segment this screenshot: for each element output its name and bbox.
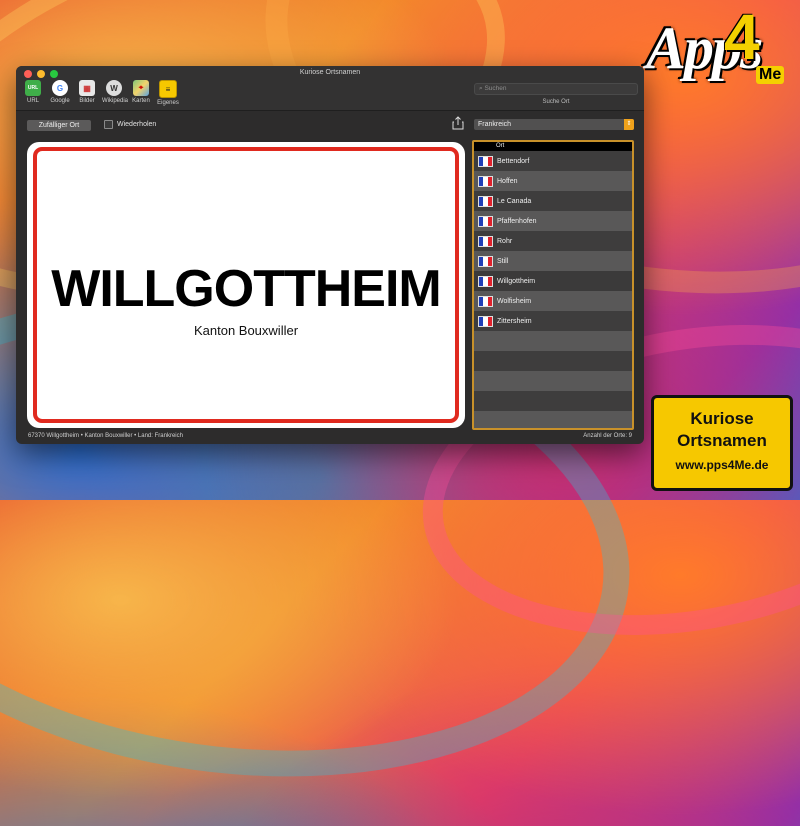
list-item-label: Rohr bbox=[497, 237, 513, 245]
list-item[interactable]: Bettendorf bbox=[474, 151, 632, 171]
list-item-label: Willgottheim bbox=[497, 277, 536, 285]
window-title: Kuriose Ortsnamen bbox=[299, 69, 361, 76]
wikipedia-icon: W bbox=[106, 80, 122, 96]
app-window: Kuriose Ortsnamen URL URL G Google ▦ Bil… bbox=[16, 66, 644, 444]
place-sign: WILLGOTTHEIM Kanton Bouxwiller bbox=[27, 142, 465, 428]
toolbar-label: Wikipedia bbox=[102, 98, 129, 104]
list-item-label: Le Canada bbox=[497, 197, 532, 205]
list-item-label: Wolfisheim bbox=[497, 297, 532, 305]
list-item-label: Zittersheim bbox=[497, 317, 532, 325]
search-icon: ⌕ bbox=[479, 85, 483, 92]
france-flag-icon bbox=[478, 195, 493, 207]
chevron-updown-icon: ⇕ bbox=[624, 119, 634, 130]
toolbar-label: Google bbox=[50, 98, 70, 104]
toolbar-label: Bilder bbox=[79, 98, 95, 104]
list-item[interactable]: Rohr bbox=[474, 231, 632, 251]
toolbar-label: URL bbox=[26, 98, 39, 104]
list-item[interactable]: Still bbox=[474, 251, 632, 271]
url-icon: URL bbox=[25, 80, 41, 96]
pictures-icon: ▦ bbox=[79, 80, 95, 96]
france-flag-icon bbox=[478, 315, 493, 327]
toolbar-google-button[interactable]: G Google bbox=[48, 80, 72, 106]
france-flag-icon bbox=[478, 255, 493, 267]
empty-row bbox=[474, 411, 632, 428]
status-bar: 67370 Willgottheim • Kanton Bouxwiller •… bbox=[16, 430, 644, 444]
list-item-label: Hoffen bbox=[497, 177, 518, 185]
list-item[interactable]: Wolfisheim bbox=[474, 291, 632, 311]
logo-number: 4 bbox=[724, 1, 760, 73]
google-icon: G bbox=[52, 80, 68, 96]
toolbar-bilder-button[interactable]: ▦ Bilder bbox=[75, 80, 99, 106]
france-flag-icon bbox=[478, 275, 493, 287]
list-item[interactable]: Le Canada bbox=[474, 191, 632, 211]
france-flag-icon bbox=[478, 215, 493, 227]
apps4me-logo: Apps 4 Me bbox=[646, 1, 796, 98]
control-row: Zufälliger Ort Wiederholen Frankreich ⇕ bbox=[16, 110, 644, 138]
search-label: Suche Ort bbox=[542, 99, 570, 105]
search-input[interactable]: ⌕ Suchen bbox=[474, 83, 638, 95]
empty-row bbox=[474, 351, 632, 371]
promo-line-1: Kuriose bbox=[690, 409, 754, 428]
titlebar: Kuriose Ortsnamen URL URL G Google ▦ Bil… bbox=[16, 66, 644, 111]
list-item-label: Bettendorf bbox=[497, 157, 530, 165]
map-icon: ⌖ bbox=[133, 80, 149, 96]
france-flag-icon bbox=[478, 295, 493, 307]
repeat-label: Wiederholen bbox=[117, 121, 157, 128]
promo-url: www.pps4Me.de bbox=[675, 458, 769, 472]
country-select[interactable]: Frankreich ⇕ bbox=[474, 119, 634, 130]
france-flag-icon bbox=[478, 235, 493, 247]
toolbar: URL URL G Google ▦ Bilder W Wikipedia ⌖ … bbox=[21, 80, 180, 106]
toolbar-label: Eigenes bbox=[157, 100, 179, 106]
toolbar-wikipedia-button[interactable]: W Wikipedia bbox=[102, 80, 129, 106]
toolbar-karten-button[interactable]: ⌖ Karten bbox=[129, 80, 153, 106]
empty-row bbox=[474, 331, 632, 351]
repeat-checkbox[interactable]: Wiederholen bbox=[104, 120, 156, 129]
list-item[interactable]: Hoffen bbox=[474, 171, 632, 191]
list-item[interactable]: Zittersheim bbox=[474, 311, 632, 331]
toolbar-url-button[interactable]: URL URL bbox=[21, 80, 45, 106]
france-flag-icon bbox=[478, 155, 493, 167]
list-item-label: Still bbox=[497, 257, 509, 265]
list-item-selected[interactable]: Willgottheim bbox=[474, 271, 632, 291]
place-subtitle: Kanton Bouxwiller bbox=[193, 323, 299, 338]
place-name: WILLGOTTHEIM bbox=[51, 260, 441, 318]
share-icon[interactable] bbox=[452, 116, 464, 130]
checkbox-box[interactable] bbox=[104, 120, 113, 129]
country-value: Frankreich bbox=[478, 121, 512, 128]
toolbar-label: Karten bbox=[132, 98, 150, 104]
custom-icon: ≡ bbox=[159, 80, 177, 98]
status-details: 67370 Willgottheim • Kanton Bouxwiller •… bbox=[28, 433, 183, 439]
search-placeholder: Suchen bbox=[484, 85, 507, 92]
status-count: Anzahl der Orte: 9 bbox=[583, 433, 632, 439]
logo-suffix: Me bbox=[756, 66, 785, 84]
list-item[interactable]: Pfaffenhofen bbox=[474, 211, 632, 231]
promo-line-2: Ortsnamen bbox=[677, 431, 767, 450]
toolbar-eigenes-button[interactable]: ≡ Eigenes bbox=[156, 80, 180, 106]
list-item-label: Pfaffenhofen bbox=[497, 217, 537, 225]
places-list: Ort Bettendorf Hoffen Le Canada Pfaffenh… bbox=[472, 140, 634, 430]
list-column-header[interactable]: Ort bbox=[474, 142, 632, 151]
sign-border: WILLGOTTHEIM Kanton Bouxwiller bbox=[33, 147, 459, 423]
random-place-button[interactable]: Zufälliger Ort bbox=[27, 120, 91, 131]
promo-badge: Kuriose Ortsnamen www.pps4Me.de bbox=[651, 395, 793, 491]
empty-row bbox=[474, 391, 632, 411]
france-flag-icon bbox=[478, 175, 493, 187]
empty-row bbox=[474, 371, 632, 391]
